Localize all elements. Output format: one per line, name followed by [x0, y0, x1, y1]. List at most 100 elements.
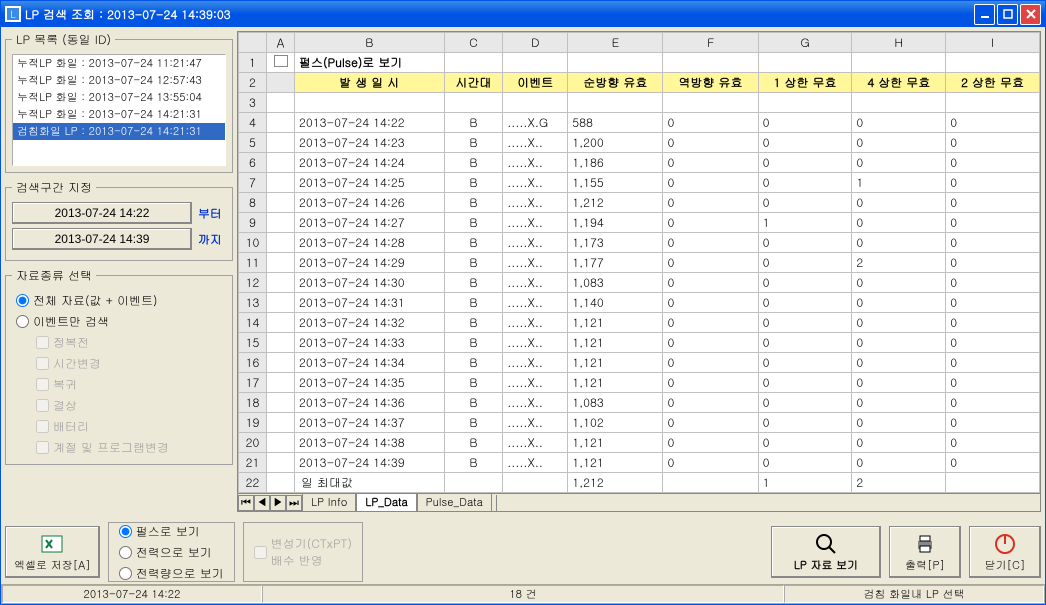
row-header[interactable]: 3	[239, 93, 267, 113]
row-header[interactable]: 22	[239, 473, 267, 493]
lp-view-button[interactable]: LP 자료 보기	[771, 526, 881, 578]
lp-list-item[interactable]: 검침화일 LP : 2013-07-24 14:21:31	[13, 123, 225, 140]
data-row[interactable]: 92013-07-24 14:27B.....X..1,1940100	[239, 213, 1040, 233]
data-row[interactable]: 52013-07-24 14:23B.....X..1,2000000	[239, 133, 1040, 153]
data-row[interactable]: 122013-07-24 14:30B.....X..1,0830000	[239, 273, 1040, 293]
data-row[interactable]: 142013-07-24 14:32B.....X..1,1210000	[239, 313, 1040, 333]
row-header[interactable]: 12	[239, 273, 267, 293]
print-button[interactable]: 출력[P]	[889, 526, 961, 578]
row-header[interactable]: 17	[239, 373, 267, 393]
row-header[interactable]: 10	[239, 233, 267, 253]
radio-event-input[interactable]	[16, 315, 29, 328]
data-row[interactable]: 112013-07-24 14:29B.....X..1,1770020	[239, 253, 1040, 273]
event-check: 정복전	[32, 332, 226, 353]
radio-all-input[interactable]	[16, 294, 29, 307]
maximize-button[interactable]	[997, 4, 1018, 25]
row-header[interactable]: 4	[239, 113, 267, 133]
col-header[interactable]: D	[503, 33, 568, 53]
col-header[interactable]: H	[852, 33, 946, 53]
data-row[interactable]: 82013-07-24 14:26B.....X..1,2120000	[239, 193, 1040, 213]
row-header[interactable]: 16	[239, 353, 267, 373]
summary-row[interactable]: 22일 최대값1,21212	[239, 473, 1040, 493]
event-check: 결상	[32, 395, 226, 416]
tab-nav-first[interactable]: ⏮	[238, 495, 254, 511]
row-header[interactable]: 18	[239, 393, 267, 413]
tab-nav-prev[interactable]: ◀	[254, 495, 270, 511]
ctpt-check: 변성기(CTxPT) 배수 반영	[250, 533, 356, 571]
close-app-button[interactable]: 닫기[C]	[969, 526, 1041, 578]
data-row[interactable]: 212013-07-24 14:39B.....X..1,1210000	[239, 453, 1040, 473]
column-label: 역방향 유효	[663, 73, 758, 93]
radio-power-view[interactable]: 전력으로 보기	[115, 542, 228, 563]
sheet-tab[interactable]: Pulse_Data	[417, 494, 492, 512]
radio-pulse-view[interactable]: 펄스로 보기	[115, 521, 228, 542]
lp-list-legend: LP 목록 (동일 ID)	[12, 31, 115, 48]
column-label: 시간대	[444, 73, 503, 93]
data-row[interactable]: 202013-07-24 14:38B.....X..1,1210000	[239, 433, 1040, 453]
row-header[interactable]: 14	[239, 313, 267, 333]
data-grid[interactable]: ABCDEFGHI1펄스(Pulse)로 보기2발 생 일 시시간대이벤트순방향…	[238, 32, 1040, 493]
sheet-tab[interactable]: LP Info	[302, 494, 356, 512]
data-row[interactable]: 152013-07-24 14:33B.....X..1,1210000	[239, 333, 1040, 353]
row-header[interactable]: 19	[239, 413, 267, 433]
status-right: 검침 화일내 LP 선택	[784, 585, 1044, 603]
power-icon	[993, 532, 1017, 556]
col-header[interactable]: C	[444, 33, 503, 53]
bottom-toolbar: 엑셀로 저장[A] 펄스로 보기 전력으로 보기 전력량으로 보기 변성기(CT…	[1, 516, 1045, 584]
row-header[interactable]: 9	[239, 213, 267, 233]
lp-list-item[interactable]: 누적LP 화일 : 2013-07-24 13:55:04	[13, 89, 225, 106]
row-header[interactable]: 11	[239, 253, 267, 273]
row-header[interactable]: 8	[239, 193, 267, 213]
row-header[interactable]: 20	[239, 433, 267, 453]
tab-nav-last[interactable]: ⏭	[286, 495, 302, 511]
radio-event-only[interactable]: 이벤트만 검색	[12, 311, 226, 332]
sheet-tab[interactable]: LP_Data	[356, 494, 416, 512]
lp-list-item[interactable]: 누적LP 화일 : 2013-07-24 11:21:47	[13, 55, 225, 72]
titlebar: L LP 검색 조회 : 2013-07-24 14:39:03	[1, 1, 1045, 27]
data-row[interactable]: 172013-07-24 14:35B.....X..1,1210000	[239, 373, 1040, 393]
status-left: 2013-07-24 14:22	[2, 585, 262, 603]
row-header[interactable]: 6	[239, 153, 267, 173]
row-header[interactable]: 23	[239, 493, 267, 494]
col-header[interactable]: B	[295, 33, 445, 53]
tab-nav-next[interactable]: ▶	[270, 495, 286, 511]
col-header[interactable]: G	[758, 33, 852, 53]
radio-energy-view[interactable]: 전력량으로 보기	[115, 563, 228, 584]
data-row[interactable]: 42013-07-24 14:22B.....X.G5880000	[239, 113, 1040, 133]
excel-save-button[interactable]: 엑셀로 저장[A]	[5, 526, 100, 578]
excel-icon	[40, 532, 64, 556]
summary-row[interactable]: 23최대값 발생시간14:2614:2714:29	[239, 493, 1040, 494]
row-header[interactable]: 13	[239, 293, 267, 313]
lp-list-item[interactable]: 누적LP 화일 : 2013-07-24 14:21:31	[13, 106, 225, 123]
close-button[interactable]	[1020, 4, 1041, 25]
col-header[interactable]: E	[568, 33, 663, 53]
lp-list[interactable]: 누적LP 화일 : 2013-07-24 11:21:47누적LP 화일 : 2…	[12, 54, 226, 166]
data-type-legend: 자료종류 선택	[12, 267, 96, 284]
grid-container[interactable]: ABCDEFGHI1펄스(Pulse)로 보기2발 생 일 시시간대이벤트순방향…	[238, 32, 1040, 493]
range-to-button[interactable]: 2013-07-24 14:39	[12, 228, 192, 250]
data-row[interactable]: 62013-07-24 14:24B.....X..1,1860000	[239, 153, 1040, 173]
data-row[interactable]: 102013-07-24 14:28B.....X..1,1730000	[239, 233, 1040, 253]
tab-scrollbar[interactable]	[496, 495, 1040, 511]
data-row[interactable]: 182013-07-24 14:36B.....X..1,0830000	[239, 393, 1040, 413]
radio-all-data[interactable]: 전체 자료(값 + 이벤트)	[12, 290, 226, 311]
minimize-button[interactable]	[974, 4, 995, 25]
lp-list-item[interactable]: 누적LP 화일 : 2013-07-24 12:57:43	[13, 72, 225, 89]
sheet-tabs: ⏮ ◀ ▶ ⏭ LP InfoLP_DataPulse_Data	[238, 493, 1040, 511]
data-row[interactable]: 162013-07-24 14:34B.....X..1,1210000	[239, 353, 1040, 373]
row-header[interactable]: 7	[239, 173, 267, 193]
row-header[interactable]: 21	[239, 453, 267, 473]
row-header[interactable]: 1	[239, 53, 267, 73]
row-header[interactable]: 5	[239, 133, 267, 153]
range-from-button[interactable]: 2013-07-24 14:22	[12, 202, 192, 224]
row-header[interactable]: 15	[239, 333, 267, 353]
col-header[interactable]: I	[946, 33, 1040, 53]
pulse-toggle-checkbox[interactable]	[274, 55, 288, 67]
data-row[interactable]: 72013-07-24 14:25B.....X..1,1550010	[239, 173, 1040, 193]
col-header[interactable]: F	[663, 33, 758, 53]
data-row[interactable]: 192013-07-24 14:37B.....X..1,1020000	[239, 413, 1040, 433]
row-header[interactable]: 2	[239, 73, 267, 93]
data-row[interactable]: 132013-07-24 14:31B.....X..1,1400000	[239, 293, 1040, 313]
col-header[interactable]: A	[267, 33, 295, 53]
range-to-label: 까지	[198, 231, 226, 248]
